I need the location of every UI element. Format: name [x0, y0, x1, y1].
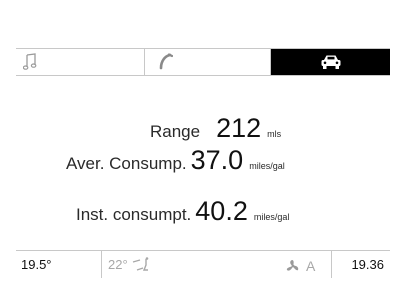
climate-status[interactable]: 22° A — [102, 251, 332, 278]
fan-mode: A — [306, 258, 316, 274]
phone-handset-icon — [159, 53, 173, 70]
status-bar: 19.5° 22° A 19.36 — [16, 250, 390, 278]
range-row: Range 212 mls — [150, 113, 281, 144]
music-note-icon — [23, 53, 37, 70]
range-value: 212 — [216, 113, 262, 143]
average-consumption-unit: miles/gal — [249, 161, 285, 171]
range-unit: mls — [267, 129, 282, 139]
range-label: Range — [150, 122, 201, 141]
set-temperature: 22° — [108, 257, 128, 272]
clock: 19.36 — [351, 257, 384, 272]
instant-consumption-row: Inst. consumpt. 40.2 miles/gal — [76, 196, 289, 227]
outside-temperature: 19.5° — [16, 251, 102, 278]
air-distribution-icon — [132, 256, 148, 271]
average-consumption-value: 37.0 — [190, 145, 244, 175]
car-icon — [321, 55, 340, 69]
infotainment-screen: Range 212 mls Aver. Consump. 37.0 miles/… — [16, 33, 390, 278]
instant-consumption-label: Inst. consumpt. — [76, 205, 192, 224]
fan-control: A — [286, 258, 315, 274]
average-consumption-label: Aver. Consump. — [66, 154, 187, 173]
average-consumption-row: Aver. Consump. 37.0 miles/gal — [66, 145, 285, 176]
fan-icon — [286, 260, 299, 271]
tab-bar — [16, 48, 390, 76]
tab-audio[interactable] — [16, 49, 145, 75]
tab-vehicle[interactable] — [271, 49, 390, 75]
instant-consumption-value: 40.2 — [195, 196, 248, 226]
instant-consumption-unit: miles/gal — [253, 212, 290, 222]
tab-phone[interactable] — [145, 49, 271, 75]
